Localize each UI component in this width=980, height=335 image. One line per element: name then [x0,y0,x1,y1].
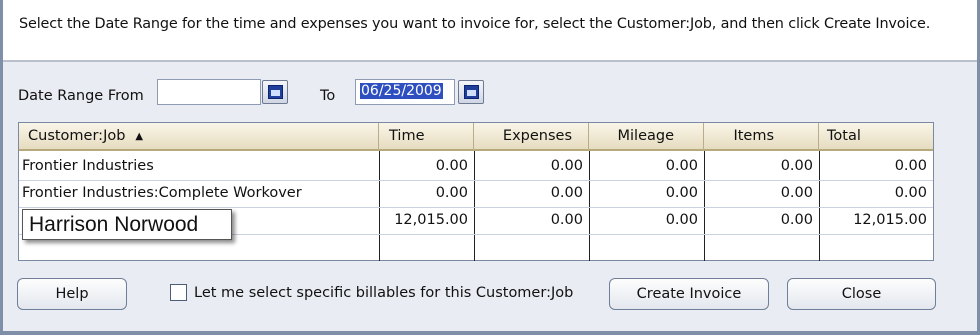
expenses-cell: 0.00 [550,158,583,174]
table-row[interactable]: Frontier Industries 0.00 0.00 0.00 0.00 … [19,153,933,180]
select-billables-label[interactable]: Let me select specific billables for thi… [194,285,573,301]
select-billables-checkbox[interactable] [170,284,187,301]
date-to-calendar-button[interactable] [458,80,484,104]
column-header-customer-job[interactable]: Customer:Job ▲ [19,123,379,151]
create-invoice-button[interactable]: Create Invoice [609,278,769,310]
calendar-icon [268,85,283,99]
grid-header: Customer:Job ▲ Time Expenses Mileage Item… [19,123,933,151]
mileage-cell: 0.00 [665,185,698,201]
customer-job-grid: Customer:Job ▲ Time Expenses Mileage Item… [18,122,934,261]
total-cell: 12,015.00 [853,212,927,228]
items-cell: 0.00 [780,185,813,201]
time-cell: 12,015.00 [394,212,468,228]
column-header-mileage[interactable]: Mileage [589,123,704,151]
sort-ascending-icon: ▲ [135,131,144,142]
time-cell: 0.00 [435,158,468,174]
date-to-input[interactable]: 06/25/2009 [355,79,455,105]
items-cell: 0.00 [780,212,813,228]
table-row[interactable]: Frontier Industries:Complete Workover 0.… [19,180,933,207]
date-to-value: 06/25/2009 [360,83,443,99]
time-cell: 0.00 [435,185,468,201]
mileage-cell: 0.00 [665,212,698,228]
instructions-text: Select the Date Range for the time and e… [3,0,977,62]
customer-job-cell: Frontier Industries:Complete Workover [22,185,302,201]
column-header-items[interactable]: Items [704,123,819,151]
column-header-time[interactable]: Time [379,123,474,151]
close-button[interactable]: Close [787,278,936,310]
mileage-cell: 0.00 [665,158,698,174]
date-to-label: To [320,88,336,104]
date-from-calendar-button[interactable] [262,80,288,104]
total-cell: 0.00 [894,158,927,174]
expenses-cell: 0.00 [550,185,583,201]
help-button[interactable]: Help [17,278,127,310]
expenses-cell: 0.00 [550,212,583,228]
items-cell: 0.00 [780,158,813,174]
calendar-icon [464,85,479,99]
total-cell: 0.00 [894,185,927,201]
customer-job-cell-enlarged: Harrison Norwood [22,209,232,240]
customer-job-cell: Frontier Industries [22,158,154,174]
column-header-expenses[interactable]: Expenses [474,123,589,151]
column-header-total[interactable]: Total [819,123,933,151]
date-from-label: Date Range From [18,88,144,104]
date-from-input[interactable] [157,79,261,105]
